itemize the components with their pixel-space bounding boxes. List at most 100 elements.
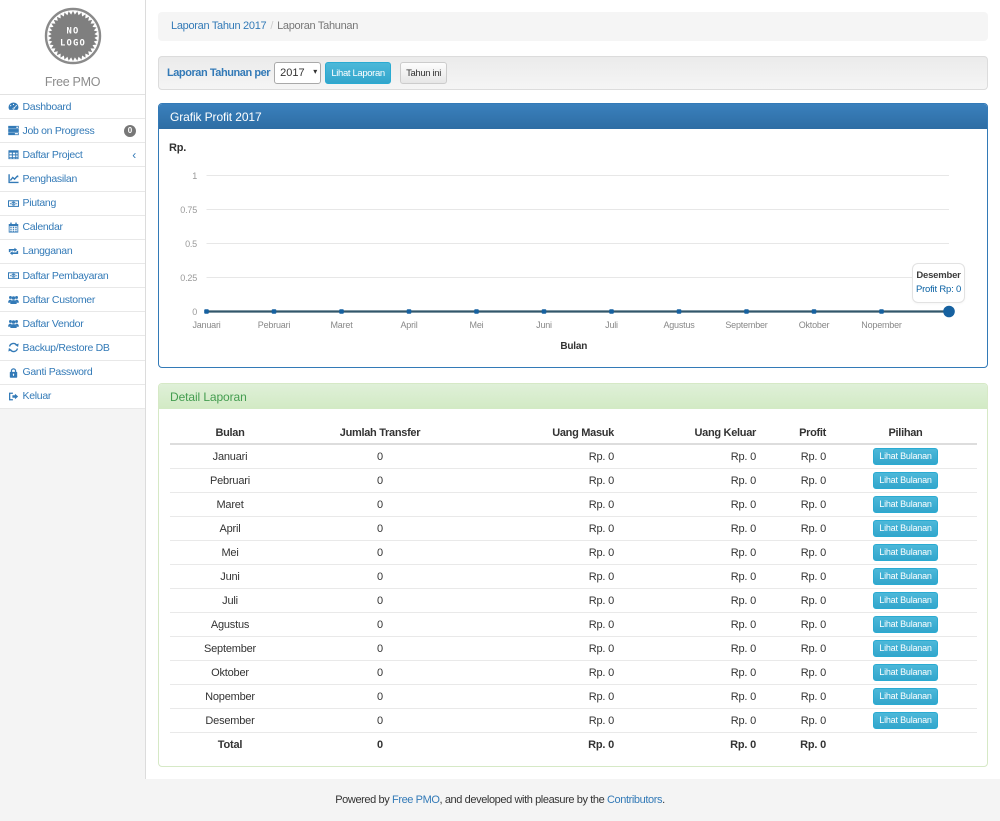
cell-profit: Rp. 0 [764, 517, 834, 541]
cell-profit: Rp. 0 [764, 565, 834, 589]
sidebar-item-label: Job on Progress [23, 125, 95, 137]
lihat-bulanan-button[interactable]: Lihat Bulanan [873, 520, 937, 537]
y-axis-tick-label: 0.25 [161, 273, 197, 283]
sidebar-item-piutang[interactable]: Piutang [0, 192, 145, 216]
cell-jumlah-transfer: 0 [290, 469, 470, 493]
cell-profit: Rp. 0 [764, 541, 834, 565]
table-row-mei: Mei0Rp. 0Rp. 0Rp. 0Lihat Bulanan [170, 541, 977, 565]
lihat-bulanan-button[interactable]: Lihat Bulanan [873, 544, 937, 561]
chart-x-axis-title: Bulan [560, 341, 587, 352]
sidebar-item-ganti-password[interactable]: Ganti Password [0, 361, 145, 385]
sidebar-item-dashboard[interactable]: Dashboard [0, 95, 145, 119]
chart-tooltip-title: Desember [913, 270, 964, 282]
cell-uang-masuk: Rp. 0 [470, 493, 622, 517]
table-row-total: Total0Rp. 0Rp. 0Rp. 0 [170, 733, 977, 757]
breadcrumb: Laporan Tahun 2017/Laporan Tahunan [158, 12, 988, 41]
column-header-profit: Profit [764, 424, 834, 444]
cell-uang-keluar: Rp. 0 [622, 493, 764, 517]
brand-box: NOLOGO Free PMO [0, 0, 145, 95]
sidebar-item-label: Penghasilan [23, 173, 78, 185]
cell-jumlah-transfer: 0 [290, 444, 470, 469]
cell-uang-keluar: Rp. 0 [622, 613, 764, 637]
cell-bulan: Mei [170, 541, 290, 565]
sidebar-item-backup-restore-db[interactable]: Backup/Restore DB [0, 336, 145, 360]
cell-profit: Rp. 0 [764, 469, 834, 493]
brand-name: Free PMO [0, 75, 145, 89]
lihat-bulanan-button[interactable]: Lihat Bulanan [873, 664, 937, 681]
lihat-bulanan-button[interactable]: Lihat Bulanan [873, 568, 937, 585]
tasks-icon [8, 125, 19, 136]
x-axis-tick-label: Mei [470, 320, 484, 330]
cell-bulan: Nopember [170, 685, 290, 709]
footer-text-suffix: . [662, 794, 665, 806]
cell-profit: Rp. 0 [764, 589, 834, 613]
chart-tooltip-value: Profit Rp: 0 [913, 284, 964, 296]
lihat-bulanan-button[interactable]: Lihat Bulanan [873, 592, 937, 609]
chart-panel-heading: Grafik Profit 2017 [159, 104, 987, 129]
table-icon [8, 149, 19, 160]
detail-panel-heading: Detail Laporan [159, 384, 987, 409]
lihat-bulanan-button[interactable]: Lihat Bulanan [873, 496, 937, 513]
cell-uang-masuk: Rp. 0 [470, 613, 622, 637]
sidebar-item-daftar-project[interactable]: Daftar Project‹ [0, 143, 145, 167]
lock-icon [8, 367, 19, 378]
sidebar-item-daftar-pembayaran[interactable]: Daftar Pembayaran [0, 264, 145, 288]
year-select[interactable]: 2017 [274, 62, 321, 84]
cell-uang-keluar: Rp. 0 [622, 685, 764, 709]
breadcrumb-link-laporan-tahun[interactable]: Laporan Tahun 2017 [171, 20, 266, 32]
column-header-uang-keluar: Uang Keluar [622, 424, 764, 444]
cell-uang-keluar: Rp. 0 [622, 661, 764, 685]
sidebar-item-penghasilan[interactable]: Penghasilan [0, 167, 145, 191]
no-logo-seal-icon: NOLOGO [44, 7, 102, 65]
lihat-bulanan-button[interactable]: Lihat Bulanan [873, 616, 937, 633]
sidebar-item-daftar-customer[interactable]: Daftar Customer [0, 288, 145, 312]
sidebar-item-job-on-progress[interactable]: Job on Progress0 [0, 119, 145, 143]
cell-pilihan: Lihat Bulanan [834, 613, 977, 637]
table-row-juli: Juli0Rp. 0Rp. 0Rp. 0Lihat Bulanan [170, 589, 977, 613]
sidebar-item-keluar[interactable]: Keluar [0, 385, 145, 409]
footer-link-freepmo[interactable]: Free PMO [392, 794, 440, 806]
cell-profit: Rp. 0 [764, 685, 834, 709]
cell-jumlah-transfer: 0 [290, 565, 470, 589]
cell-jumlah-transfer: 0 [290, 541, 470, 565]
table-header-row: BulanJumlah TransferUang MasukUang Kelua… [170, 424, 977, 444]
money-icon [8, 198, 19, 209]
sidebar-item-label: Piutang [23, 197, 57, 209]
cell-uang-masuk: Rp. 0 [470, 661, 622, 685]
x-axis-tick-label: Oktober [799, 320, 830, 330]
cell-total-pilihan [834, 733, 977, 757]
x-axis-tick-label: Juni [536, 320, 552, 330]
detail-report-panel: Detail Laporan BulanJumlah TransferUang … [158, 383, 988, 767]
sidebar-item-label: Keluar [23, 390, 52, 402]
tahun-ini-button[interactable]: Tahun ini [400, 62, 447, 84]
footer-link-contributors[interactable]: Contributors [607, 794, 662, 806]
cell-jumlah-transfer: 0 [290, 709, 470, 733]
calendar-icon [8, 222, 19, 233]
sidebar-item-label: Daftar Customer [23, 294, 96, 306]
cell-total-profit: Rp. 0 [764, 733, 834, 757]
sidebar-item-daftar-vendor[interactable]: Daftar Vendor [0, 312, 145, 336]
cell-uang-keluar: Rp. 0 [622, 517, 764, 541]
table-row-maret: Maret0Rp. 0Rp. 0Rp. 0Lihat Bulanan [170, 493, 977, 517]
lihat-laporan-button[interactable]: Lihat Laporan [325, 62, 391, 84]
cell-pilihan: Lihat Bulanan [834, 469, 977, 493]
sidebar-item-label: Daftar Vendor [23, 318, 84, 330]
y-axis-tick-label: 0.5 [161, 239, 197, 249]
sidebar-item-label: Daftar Pembayaran [23, 270, 109, 282]
page-layout: NOLOGO Free PMO DashboardJob on Progress… [0, 0, 1000, 779]
lihat-bulanan-button[interactable]: Lihat Bulanan [873, 712, 937, 729]
sidebar-item-langganan[interactable]: Langganan [0, 240, 145, 264]
money-icon [8, 270, 19, 281]
lihat-bulanan-button[interactable]: Lihat Bulanan [873, 448, 937, 465]
cell-bulan: Juni [170, 565, 290, 589]
cell-pilihan: Lihat Bulanan [834, 661, 977, 685]
cell-total-label: Total [170, 733, 290, 757]
cell-profit: Rp. 0 [764, 444, 834, 469]
sidebar-item-label: Calendar [23, 221, 63, 233]
cell-jumlah-transfer: 0 [290, 493, 470, 517]
sidebar-item-calendar[interactable]: Calendar [0, 216, 145, 240]
lihat-bulanan-button[interactable]: Lihat Bulanan [873, 688, 937, 705]
lihat-bulanan-button[interactable]: Lihat Bulanan [873, 472, 937, 489]
lihat-bulanan-button[interactable]: Lihat Bulanan [873, 640, 937, 657]
cell-uang-masuk: Rp. 0 [470, 517, 622, 541]
